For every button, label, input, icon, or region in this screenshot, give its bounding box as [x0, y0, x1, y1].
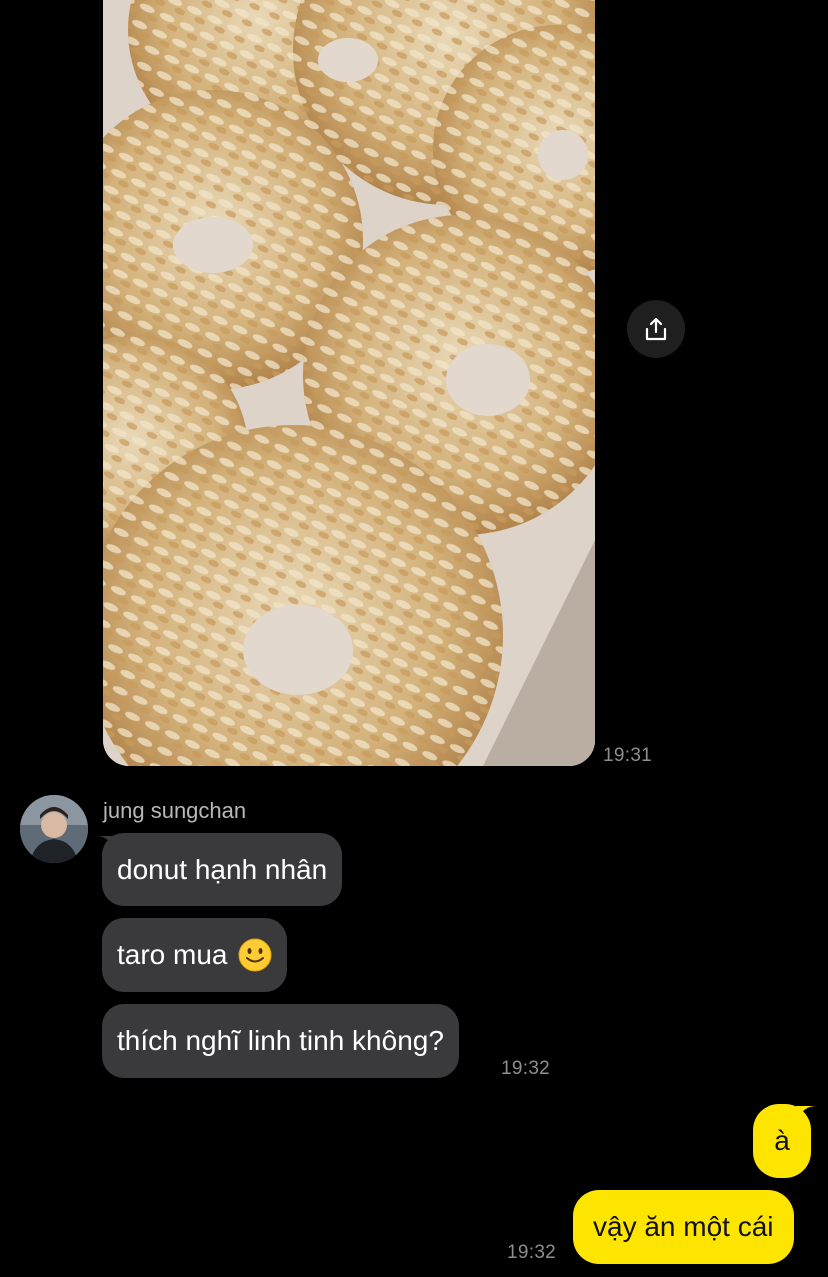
incoming-message-time: 19:32	[501, 1058, 551, 1079]
message-bubble-outgoing[interactable]: vậy ăn một cái	[573, 1190, 794, 1264]
message-text: vậy ăn một cái	[593, 1211, 774, 1242]
slightly-smiling-face-icon	[238, 938, 271, 972]
outgoing-message-time: 19:32	[507, 1242, 557, 1263]
message-bubble-incoming[interactable]: taro mua	[102, 918, 287, 992]
sender-name: jung sungchan	[103, 798, 247, 823]
avatar-image	[20, 795, 88, 863]
photo-message[interactable]	[103, 0, 595, 766]
message-bubble-incoming[interactable]: thích nghĩ linh tinh không?	[102, 1004, 459, 1078]
donut-photo	[103, 0, 595, 766]
message-bubble-incoming[interactable]: donut hạnh nhân	[102, 833, 343, 906]
message-text: donut hạnh nhân	[117, 853, 328, 885]
share-icon	[645, 317, 667, 341]
message-bubble-outgoing[interactable]: à	[753, 1104, 811, 1178]
avatar[interactable]	[20, 795, 88, 863]
photo-message-time: 19:31	[603, 745, 653, 766]
share-button[interactable]	[627, 300, 685, 358]
message-text: thích nghĩ linh tinh không?	[117, 1025, 444, 1056]
message-text: taro mua	[117, 939, 228, 970]
message-text: à	[774, 1125, 790, 1156]
